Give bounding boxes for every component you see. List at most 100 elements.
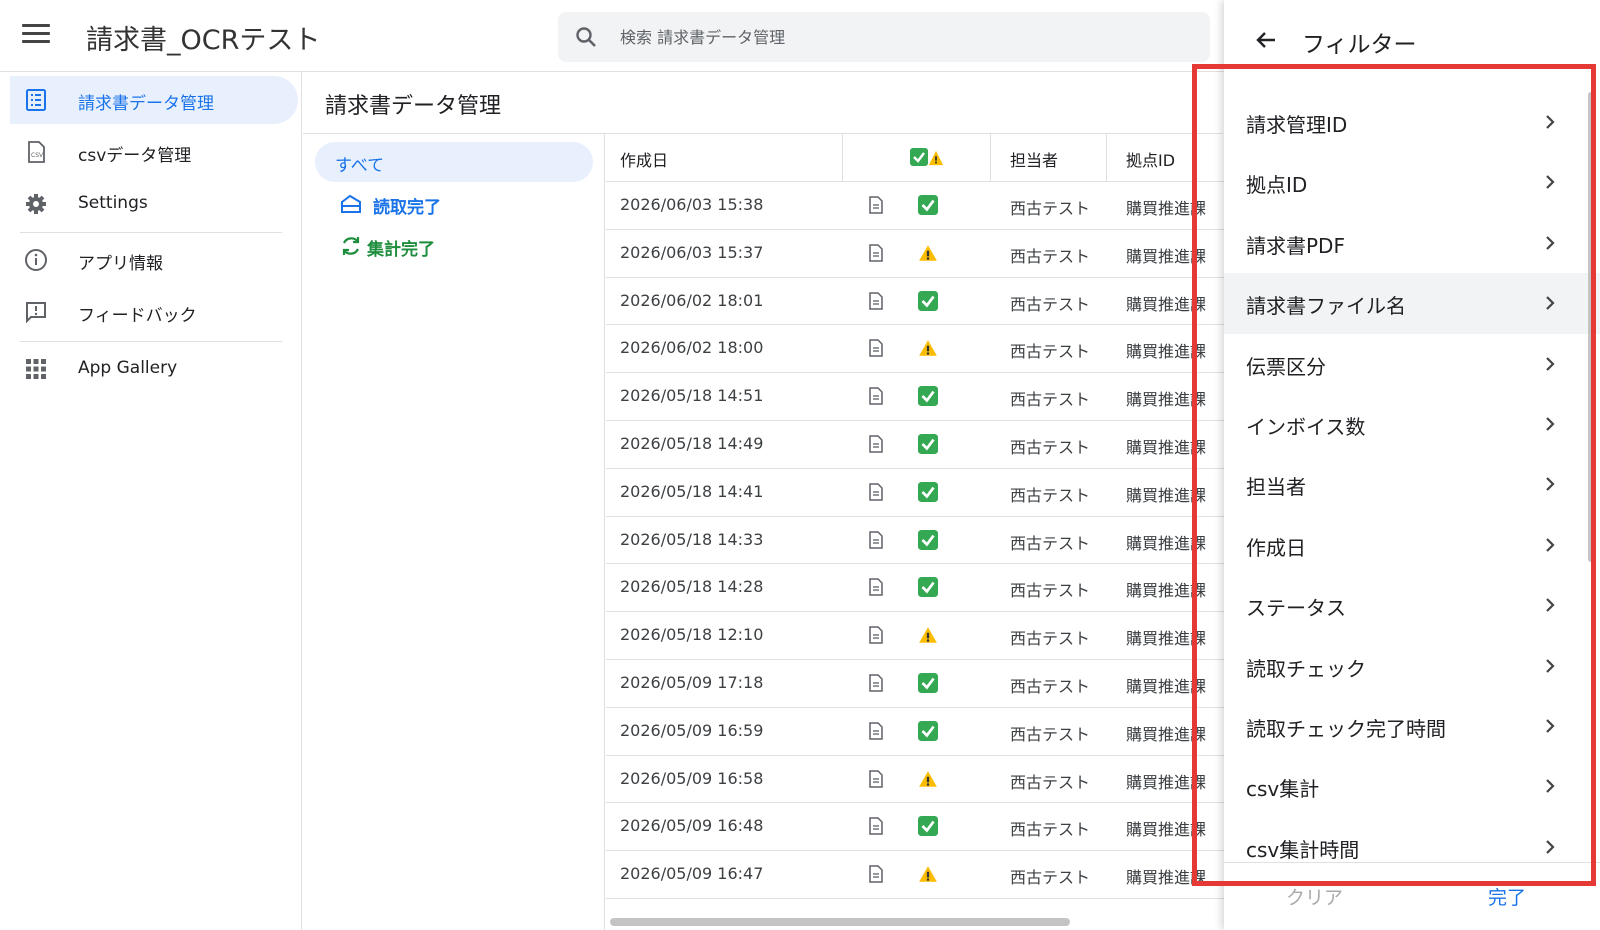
page-title: 請求書データ管理 bbox=[325, 94, 502, 119]
filter-panel-title: フィルター bbox=[1302, 32, 1417, 58]
table-row[interactable]: 2026/06/03 15:37 西古テスト 購買推進課 bbox=[606, 230, 1226, 278]
filter-item[interactable]: 請求書PDF bbox=[1224, 213, 1600, 273]
table-row[interactable]: 2026/05/18 14:49 西古テスト 購買推進課 bbox=[606, 421, 1226, 469]
vertical-scrollbar[interactable] bbox=[1588, 92, 1594, 562]
sidebar-item-feedback[interactable]: フィードバック bbox=[10, 288, 298, 336]
document-icon[interactable] bbox=[868, 196, 884, 214]
document-icon[interactable] bbox=[868, 817, 884, 836]
document-icon[interactable] bbox=[868, 769, 884, 788]
document-icon[interactable] bbox=[868, 244, 884, 262]
document-icon[interactable] bbox=[868, 578, 884, 597]
document-icon[interactable] bbox=[868, 291, 884, 310]
filter-item[interactable]: 伝票区分 bbox=[1224, 334, 1600, 394]
document-icon[interactable] bbox=[868, 674, 884, 692]
document-icon[interactable] bbox=[868, 722, 884, 740]
sidebar-item-app-info[interactable]: アプリ情報 bbox=[10, 236, 298, 284]
sidebar-item-csv-data[interactable]: CSV csvデータ管理 bbox=[10, 128, 298, 176]
sidebar-divider bbox=[20, 232, 282, 233]
warning-icon bbox=[919, 340, 937, 357]
chevron-right-icon bbox=[1546, 719, 1555, 733]
cell-created-date: 2026/06/03 15:38 bbox=[620, 195, 764, 214]
cell-base-id: 購買推進課 bbox=[1126, 342, 1207, 362]
cell-person: 西古テスト bbox=[1010, 246, 1091, 266]
table-row[interactable]: 2026/05/09 16:58 西古テスト 購買推進課 bbox=[606, 756, 1226, 804]
cell-created-date: 2026/06/02 18:00 bbox=[620, 338, 764, 358]
table-row[interactable]: 2026/06/02 18:00 西古テスト 購買推進課 bbox=[606, 325, 1226, 374]
warning-icon bbox=[919, 770, 937, 787]
warning-icon bbox=[928, 150, 944, 166]
filter-item[interactable]: csv集計時間 bbox=[1224, 817, 1600, 862]
search-input[interactable] bbox=[620, 12, 1180, 62]
page-header: 請求書データ管理 bbox=[303, 72, 1223, 134]
table-row[interactable]: 2026/06/03 15:38 西古テスト 購買推進課 bbox=[606, 182, 1226, 230]
filter-item[interactable]: csv集計 bbox=[1224, 756, 1600, 816]
filter-item-label: 伝票区分 bbox=[1246, 354, 1326, 379]
filter-item[interactable]: 請求書ファイル名 bbox=[1224, 273, 1600, 334]
cell-person: 西古テスト bbox=[1010, 676, 1091, 696]
table-row[interactable]: 2026/05/18 14:51 西古テスト 購買推進課 bbox=[606, 373, 1226, 421]
filter-item[interactable]: インボイス数 bbox=[1224, 394, 1600, 454]
done-button[interactable]: 完了 bbox=[1488, 883, 1526, 910]
filter-item[interactable]: 担当者 bbox=[1224, 454, 1600, 514]
document-icon[interactable] bbox=[868, 865, 884, 883]
cell-base-id: 購買推進課 bbox=[1126, 437, 1207, 457]
table-row[interactable]: 2026/05/09 16:59 西古テスト 購買推進課 bbox=[606, 708, 1226, 756]
column-separator bbox=[990, 134, 991, 182]
filter-item[interactable]: 読取チェック完了時間 bbox=[1224, 696, 1600, 756]
status-header-icons[interactable] bbox=[910, 148, 944, 170]
table-row[interactable]: 2026/05/18 14:41 西古テスト 購買推進課 bbox=[606, 469, 1226, 517]
sidebar-item-settings[interactable]: Settings bbox=[10, 180, 298, 228]
view-item-aggregate-complete[interactable]: 集計完了 bbox=[315, 226, 593, 266]
cell-person: 西古テスト bbox=[1010, 724, 1091, 744]
column-header-base-id[interactable]: 拠点ID bbox=[1126, 147, 1175, 171]
view-item-all[interactable]: すべて bbox=[315, 142, 593, 182]
document-icon[interactable] bbox=[868, 483, 884, 501]
filter-item-label: ステータス bbox=[1246, 596, 1346, 621]
horizontal-scrollbar[interactable] bbox=[610, 918, 1070, 926]
table-row[interactable]: 2026/05/09 17:18 西古テスト 購買推進課 bbox=[606, 660, 1226, 708]
table-row[interactable]: 2026/05/09 16:47 西古テスト 購買推進課 bbox=[606, 851, 1226, 899]
app-title: 請求書_OCRテスト bbox=[86, 25, 321, 56]
table-row[interactable]: 2026/05/18 14:28 西古テスト 購買推進課 bbox=[606, 564, 1226, 613]
cell-person: 西古テスト bbox=[1010, 294, 1091, 314]
table-row[interactable]: 2026/05/18 14:33 西古テスト 購買推進課 bbox=[606, 517, 1226, 565]
document-icon[interactable] bbox=[868, 387, 884, 405]
sidebar-item-app-gallery[interactable]: App Gallery bbox=[10, 345, 298, 393]
cell-created-date: 2026/05/18 14:51 bbox=[620, 386, 764, 406]
filter-item[interactable]: 読取チェック bbox=[1224, 636, 1600, 696]
hamburger-menu-icon[interactable] bbox=[22, 24, 50, 48]
chevron-right-icon bbox=[1546, 598, 1555, 612]
filter-item-label: 請求管理ID bbox=[1246, 113, 1348, 137]
view-list: すべて 読取完了 集計完了 bbox=[303, 134, 605, 930]
view-item-read-complete[interactable]: 読取完了 bbox=[315, 184, 593, 224]
svg-text:CSV: CSV bbox=[31, 152, 44, 159]
filter-item[interactable]: 作成日 bbox=[1224, 515, 1600, 575]
check-icon bbox=[918, 529, 938, 550]
check-icon bbox=[918, 195, 938, 215]
document-icon[interactable] bbox=[868, 339, 884, 358]
filter-item[interactable]: 請求管理ID bbox=[1224, 92, 1600, 152]
clear-button[interactable]: クリア bbox=[1286, 883, 1343, 910]
filter-item[interactable]: 拠点ID bbox=[1224, 152, 1600, 212]
cell-created-date: 2026/05/09 16:59 bbox=[620, 720, 764, 740]
chevron-right-icon bbox=[1546, 839, 1555, 854]
document-icon[interactable] bbox=[868, 530, 884, 549]
column-header-created[interactable]: 作成日 bbox=[620, 147, 668, 171]
search-bar[interactable] bbox=[558, 12, 1210, 62]
column-header-person[interactable]: 担当者 bbox=[1010, 147, 1058, 171]
document-icon[interactable] bbox=[868, 626, 884, 644]
table-row[interactable]: 2026/05/18 12:10 西古テスト 購買推進課 bbox=[606, 612, 1226, 660]
view-item-label: 読取完了 bbox=[373, 198, 441, 218]
arrow-back-icon[interactable] bbox=[1254, 28, 1278, 52]
table-row[interactable]: 2026/06/02 18:01 西古テスト 購買推進課 bbox=[606, 278, 1226, 326]
cell-created-date: 2026/05/09 17:18 bbox=[620, 672, 764, 692]
filter-panel-header: フィルター bbox=[1224, 0, 1600, 80]
sidebar-item-invoice-data[interactable]: 請求書データ管理 bbox=[10, 76, 298, 124]
document-icon[interactable] bbox=[868, 435, 884, 453]
view-item-label: 集計完了 bbox=[367, 240, 435, 260]
filter-item[interactable]: ステータス bbox=[1224, 575, 1600, 635]
cell-created-date: 2026/05/18 14:49 bbox=[620, 433, 764, 453]
table-row[interactable]: 2026/05/09 16:48 西古テスト 購買推進課 bbox=[606, 803, 1226, 852]
info-icon bbox=[25, 249, 47, 271]
check-icon bbox=[918, 816, 938, 837]
